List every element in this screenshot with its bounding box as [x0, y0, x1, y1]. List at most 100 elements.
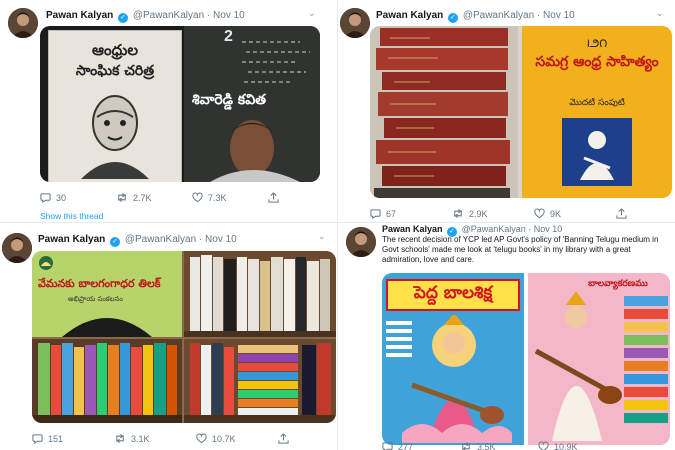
share-button[interactable]: [278, 433, 289, 444]
like-icon: [196, 433, 207, 444]
author-handle[interactable]: @PawanKalyan: [125, 234, 196, 245]
author-name[interactable]: Pawan Kalyan: [46, 10, 113, 21]
retweet-button[interactable]: 3.1K: [114, 433, 196, 444]
like-count: 10.9K: [554, 441, 578, 450]
reply-icon: [370, 209, 381, 219]
tweet-4[interactable]: Pawan Kalyan ✓ @PawanKalyan · Nov 10 The…: [338, 223, 675, 450]
like-icon: [192, 192, 203, 203]
share-button[interactable]: [268, 192, 279, 203]
like-button[interactable]: 10.9K: [538, 441, 616, 450]
retweet-count: 3.1K: [131, 433, 150, 444]
action-bar: 277 3.5K 10.9K: [382, 441, 632, 450]
reply-count: 30: [56, 192, 67, 203]
book-title: పెద్ద బాలశిక్ష: [386, 279, 520, 311]
separator-dot: ·: [198, 234, 203, 245]
retweet-button[interactable]: 2.9K: [452, 208, 534, 219]
book-subtitle: మొదటి సంపుటి: [569, 98, 625, 108]
tweet-header: Pawan Kalyan ✓ @PawanKalyan · Nov 10: [376, 10, 575, 23]
like-button[interactable]: 10.7K: [196, 433, 278, 444]
show-thread-link[interactable]: Show this thread: [40, 211, 103, 221]
avatar[interactable]: [346, 227, 376, 257]
share-icon: [268, 192, 279, 203]
shelf-bottom-left: [32, 339, 182, 423]
book-cover-sivareddy: 2 శివారెడ్డి కవిత: [184, 26, 320, 182]
book-cover-samagra: ౹౨౧ సమగ్ర ఆంధ్ర సాహిత్యం మొదటి సంపుటి: [522, 26, 672, 198]
tweet-1[interactable]: Pawan Kalyan ✓ @PawanKalyan · Nov 10 ⌄ ఆ…: [0, 0, 337, 222]
book-title-line-1: ఆంధ్రుల: [92, 41, 138, 59]
like-button[interactable]: 7.3K: [192, 192, 268, 203]
book-illustration: [562, 118, 632, 186]
book-title-line-2: సాంఘిక చరిత్ర: [75, 63, 155, 79]
chalk-number: 2: [224, 28, 233, 45]
author-name[interactable]: Pawan Kalyan: [38, 234, 105, 245]
share-icon: [616, 208, 627, 219]
retweet-button[interactable]: 3.5K: [460, 441, 538, 450]
publisher-logo: [39, 256, 53, 270]
separator-dot: ·: [536, 10, 541, 21]
avatar[interactable]: [340, 8, 370, 38]
tweet-media[interactable]: ౹౨౧ సమగ్ర ఆంధ్ర సాహిత్యం మొదటి సంపుటి: [370, 26, 672, 198]
retweet-icon: [118, 192, 126, 203]
tweet-date[interactable]: Nov 10: [543, 10, 575, 21]
reply-count: 277: [398, 441, 414, 450]
book-title: వేమనకు బాలగంగాధర తిలక్: [38, 277, 161, 290]
tweet-2[interactable]: Pawan Kalyan ✓ @PawanKalyan · Nov 10 ⌄ ౹…: [338, 0, 675, 222]
book-cover-bala-vyakaranam: బాలవ్యాకరణము: [528, 273, 670, 445]
book-subtitle: అభిప్రాయ సంకలనం: [68, 295, 123, 303]
author-name[interactable]: Pawan Kalyan: [376, 10, 443, 21]
tweet-media[interactable]: పెద్ద బాలశిక్ష బాలవ్యాకరణము: [382, 273, 670, 445]
saraswati-veena-illustration: [534, 291, 622, 441]
like-count: 10.7K: [212, 433, 236, 444]
tweet-header: Pawan Kalyan ✓ @PawanKalyan · Nov 10: [38, 234, 237, 247]
reply-button[interactable]: 151: [32, 433, 114, 444]
share-button[interactable]: [616, 208, 627, 219]
reply-count: 151: [48, 433, 64, 444]
retweet-button[interactable]: 2.7K: [116, 192, 192, 203]
figure-illustration: [62, 318, 152, 337]
reply-button[interactable]: 30: [40, 192, 116, 203]
tweet-3[interactable]: Pawan Kalyan ✓ @PawanKalyan · Nov 10 ⌄ వ…: [0, 223, 337, 450]
avatar[interactable]: [2, 233, 32, 263]
book-title: సమగ్ర ఆంధ్ర సాహిత్యం: [535, 54, 659, 70]
caret-icon[interactable]: ⌄: [308, 8, 316, 19]
reply-icon: [32, 434, 43, 444]
reply-icon: [382, 442, 393, 450]
tweet-date[interactable]: Nov 10: [213, 10, 245, 21]
action-bar: 67 2.9K 9K: [370, 208, 630, 219]
left-text-column: [386, 317, 412, 361]
author-photo: [210, 120, 300, 182]
avatar[interactable]: [8, 8, 38, 38]
author-handle[interactable]: @PawanKalyan: [462, 224, 526, 234]
caret-icon[interactable]: ⌄: [318, 231, 326, 242]
tweet-media[interactable]: వేమనకు బాలగంగాధర తిలక్ అభిప్రాయ సంకలనం: [32, 251, 336, 423]
like-button[interactable]: 9K: [534, 208, 616, 219]
retweet-icon: [454, 208, 462, 219]
shelf-top-right: [184, 251, 336, 337]
retweet-icon: [116, 433, 124, 444]
action-bar: 151 3.1K 10.7K: [32, 433, 292, 444]
reply-button[interactable]: 67: [370, 208, 452, 219]
tweet-header: Pawan Kalyan ✓ @PawanKalyan · Nov 10: [46, 10, 245, 23]
share-icon: [278, 433, 289, 444]
index-tabs: [624, 293, 668, 426]
caret-icon[interactable]: ⌄: [656, 8, 664, 19]
book-title: బాలవ్యాకరణము: [588, 279, 648, 289]
book-number: ౹౨౧: [586, 36, 608, 50]
action-bar: 30 2.7K 7.3K: [40, 192, 280, 203]
tweet-media[interactable]: ఆంధ్రుల సాంఘిక చరిత్ర 2 శివారెడ్డి కవిత: [40, 26, 320, 182]
like-count: 7.3K: [208, 192, 227, 203]
retweet-count: 2.7K: [133, 192, 152, 203]
tweet-date[interactable]: Nov 10: [205, 234, 237, 245]
tweet-date[interactable]: Nov 10: [534, 224, 563, 234]
separator-dot: ·: [528, 224, 532, 234]
reply-count: 67: [386, 208, 397, 219]
reply-button[interactable]: 277: [382, 441, 460, 450]
verified-icon: ✓: [448, 13, 459, 23]
reply-icon: [40, 193, 51, 203]
author-handle[interactable]: @PawanKalyan: [463, 10, 534, 21]
like-count: 9K: [550, 208, 562, 219]
verified-icon: ✓: [110, 237, 121, 247]
book-cover-vemana: వేమనకు బాలగంగాధర తిలక్ అభిప్రాయ సంకలనం: [32, 251, 182, 337]
author-name[interactable]: Pawan Kalyan: [382, 224, 443, 234]
author-handle[interactable]: @PawanKalyan: [133, 10, 204, 21]
